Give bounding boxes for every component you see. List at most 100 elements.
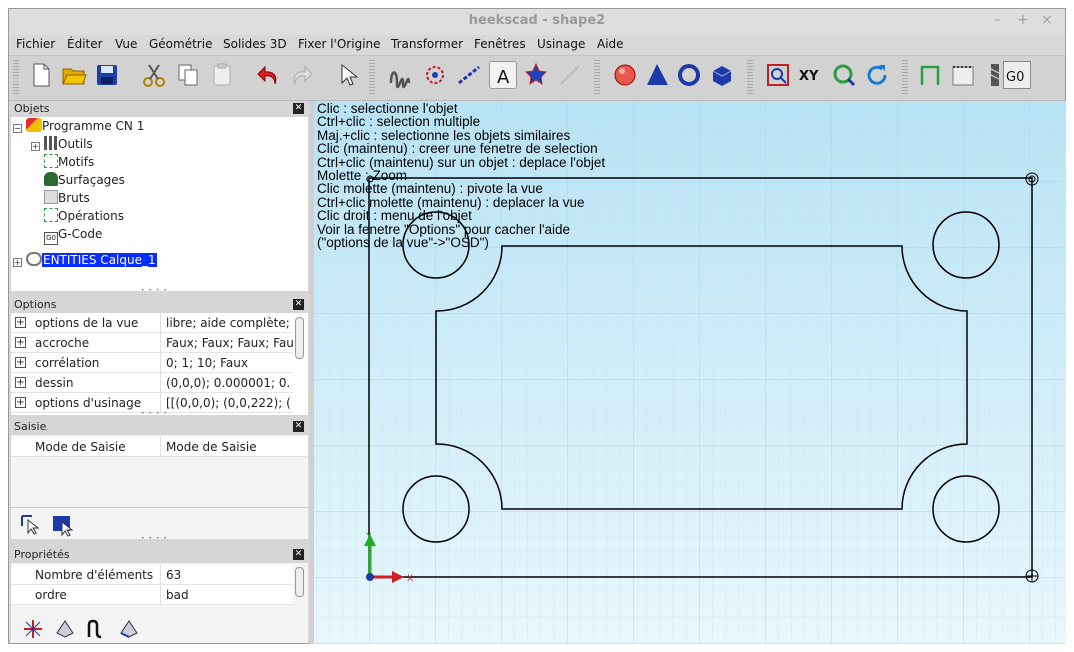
tree-item-programme[interactable]: Programme CN 1 — [26, 117, 144, 135]
torus-icon[interactable] — [675, 61, 703, 89]
property-value[interactable]: 63 — [166, 565, 294, 585]
options-row[interactable]: + corrélation 0; 1; 10; Faux — [11, 353, 293, 373]
option-value[interactable]: [[(0,0,0); (0,0,222); ( — [166, 393, 294, 413]
options-row[interactable]: + accroche Faux; Faux; Faux; Fau — [11, 333, 294, 353]
property-row[interactable]: ordre bad — [11, 585, 293, 605]
sketch-spline-icon[interactable] — [387, 61, 415, 89]
option-value[interactable]: 0; 1; 10; Faux — [166, 353, 294, 373]
open-folder-icon[interactable] — [60, 61, 88, 89]
menu-transformer[interactable]: Transformer — [391, 37, 463, 51]
maximize-button[interactable]: + — [1017, 12, 1029, 28]
menu-fenetres[interactable]: Fenêtres — [474, 37, 526, 51]
toolbar-grip[interactable] — [369, 60, 375, 94]
toolbar-grip[interactable] — [902, 60, 908, 94]
input-mode-row[interactable]: Mode de Saisie Mode de Saisie — [11, 437, 308, 457]
tree-item-outils[interactable]: Outils — [44, 135, 93, 153]
view-xy-icon[interactable]: XY — [797, 61, 825, 89]
menu-fixer-origine[interactable]: Fixer l'Origine — [298, 37, 381, 51]
menu-fichier[interactable]: Fichier — [16, 37, 55, 51]
split-icon[interactable] — [21, 617, 45, 641]
expand-icon[interactable]: + — [15, 377, 26, 388]
gcode-icon[interactable]: G0 — [1003, 61, 1031, 89]
expand-icon[interactable]: + — [15, 317, 26, 328]
window-select-icon[interactable] — [51, 513, 75, 537]
text-icon[interactable]: A — [489, 61, 517, 89]
close-objects-panel-button[interactable]: ✕ — [293, 103, 304, 114]
tree-item-label: Motifs — [58, 155, 95, 169]
point-icon[interactable] — [522, 61, 550, 89]
properties-panel: Propriétés ✕ Nombre d'éléments 63 ordre ba… — [11, 547, 308, 643]
properties-scrollbar[interactable] — [295, 567, 304, 597]
pocket-icon[interactable] — [53, 617, 77, 641]
select-pointer-icon[interactable] — [333, 61, 361, 89]
cube-icon[interactable] — [708, 61, 736, 89]
option-value[interactable]: (0,0,0); 0.000001; 0. — [166, 373, 294, 393]
menu-geometrie[interactable]: Géométrie — [149, 37, 212, 51]
operation-profile-icon[interactable] — [916, 61, 944, 89]
close-properties-panel-button[interactable]: ✕ — [293, 549, 304, 560]
new-file-icon[interactable] — [27, 61, 55, 89]
vertical-splitter[interactable] — [309, 101, 314, 644]
menu-aide[interactable]: Aide — [597, 37, 624, 51]
tree-item-gcode[interactable]: G0 G-Code — [44, 225, 102, 245]
option-value[interactable]: libre; aide complète; — [166, 313, 294, 333]
property-value[interactable]: bad — [166, 585, 294, 605]
tree-expand-toggle[interactable]: + — [13, 258, 22, 267]
options-row[interactable]: + options de la vue libre; aide complète; — [11, 313, 293, 333]
property-row[interactable]: Nombre d'éléments 63 — [11, 565, 293, 585]
cone-icon[interactable] — [643, 61, 671, 89]
expand-icon[interactable]: + — [15, 357, 26, 368]
stock-icon[interactable] — [949, 61, 977, 89]
select-mode-icon[interactable] — [19, 513, 43, 537]
svg-text:A: A — [497, 67, 510, 88]
undo-icon[interactable] — [255, 61, 283, 89]
sphere-icon[interactable] — [611, 61, 639, 89]
area-icon[interactable] — [117, 617, 141, 641]
zoom-window-icon[interactable] — [764, 61, 792, 89]
cut-icon[interactable] — [140, 61, 168, 89]
option-key: accroche — [35, 336, 90, 350]
menu-usinage[interactable]: Usinage — [537, 37, 585, 51]
tree-collapse-toggle[interactable]: − — [13, 124, 22, 133]
expand-icon[interactable]: + — [15, 337, 26, 348]
input-mode-value[interactable]: Mode de Saisie — [166, 437, 294, 457]
option-value[interactable]: Faux; Faux; Faux; Fau — [166, 333, 294, 353]
panel-splitter[interactable] — [11, 287, 308, 296]
expand-icon[interactable]: + — [15, 397, 26, 408]
tree-item-label: Surfaçages — [58, 173, 125, 187]
circles-icon[interactable] — [421, 61, 449, 89]
options-scrollbar[interactable] — [295, 317, 304, 359]
options-row[interactable]: + dessin (0,0,0); 0.000001; 0. — [11, 373, 293, 393]
menu-vue[interactable]: Vue — [115, 37, 137, 51]
panel-splitter[interactable] — [11, 535, 308, 544]
zoom-fit-icon[interactable] — [830, 61, 858, 89]
minimize-button[interactable]: – — [994, 12, 1001, 28]
toolbar-grip[interactable] — [747, 60, 753, 94]
redo-icon[interactable] — [287, 61, 315, 89]
tree-item-motifs[interactable]: Motifs — [44, 153, 94, 171]
save-icon[interactable] — [93, 61, 121, 89]
close-input-panel-button[interactable]: ✕ — [293, 421, 304, 432]
tree-expand-toggle[interactable]: + — [31, 142, 40, 151]
copy-icon[interactable] — [174, 61, 202, 89]
sketch-icon — [26, 252, 42, 266]
line-icon[interactable] — [455, 61, 483, 89]
menu-solides-3d[interactable]: Solides 3D — [223, 37, 287, 51]
tree-item-operations[interactable]: Opérations — [44, 207, 124, 225]
close-options-panel-button[interactable]: ✕ — [293, 299, 304, 310]
paste-icon[interactable] — [208, 61, 236, 89]
app-window: heekscad - shape2 – + × Fichier Éditer V… — [8, 8, 1066, 644]
menu-editer[interactable]: Éditer — [67, 37, 103, 51]
graphics-viewport[interactable]: Y X Clic : selectionne l'objet Ctrl+clic… — [314, 101, 1066, 644]
properties-panel-title: Propriétés — [11, 547, 308, 563]
help-line: Ctrl+clic : selection multiple — [317, 114, 481, 130]
tree-item-bruts[interactable]: Bruts — [44, 189, 90, 207]
tree-item-surfacages[interactable]: Surfaçages — [44, 171, 125, 189]
redraw-icon[interactable] — [863, 61, 891, 89]
close-window-button[interactable]: × — [1041, 12, 1053, 28]
toolbar-grip[interactable] — [594, 60, 600, 94]
tree-item-entities[interactable]: ENTITIES Calque_1 — [26, 251, 157, 269]
dimension-icon[interactable] — [556, 61, 584, 89]
spline-tool-icon[interactable] — [85, 617, 109, 641]
toolbar-grip[interactable] — [13, 60, 19, 94]
